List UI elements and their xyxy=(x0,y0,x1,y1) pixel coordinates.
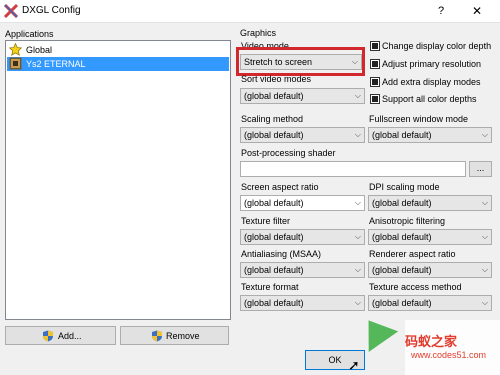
red-highlight-box xyxy=(236,47,365,76)
anisotropic-filtering-select[interactable]: (global default) ⌵ xyxy=(368,229,492,245)
app-item-ys2-eternal[interactable]: Ys2 ETERNAL xyxy=(7,57,229,71)
texture-filter-label: Texture filter xyxy=(241,216,291,226)
graphics-title: Graphics xyxy=(240,28,277,38)
sort-video-modes-select[interactable]: (global default) ⌵ xyxy=(240,88,365,104)
sort-video-modes-value: (global default) xyxy=(244,91,304,101)
close-button[interactable]: ✕ xyxy=(462,2,492,20)
add-extra-display-modes-label: Add extra display modes xyxy=(382,77,481,87)
browse-shader-button[interactable]: ... xyxy=(469,161,492,177)
post-processing-shader-input[interactable] xyxy=(240,161,466,177)
scaling-method-select[interactable]: (global default) ⌵ xyxy=(240,127,365,143)
change-color-depth-checkbox[interactable] xyxy=(370,41,380,51)
shield-icon xyxy=(152,330,162,342)
shield-icon xyxy=(43,330,53,342)
game-icon xyxy=(9,57,22,70)
renderer-aspect-ratio-select[interactable]: (global default) ⌵ xyxy=(368,262,492,278)
screen-aspect-ratio-label: Screen aspect ratio xyxy=(241,182,319,192)
add-extra-display-modes-checkbox[interactable] xyxy=(370,77,380,87)
texture-format-value: (global default) xyxy=(244,298,304,308)
chevron-down-icon: ⌵ xyxy=(354,91,361,100)
post-processing-shader-label: Post-processing shader xyxy=(241,148,336,158)
texture-filter-value: (global default) xyxy=(244,232,304,242)
fullscreen-window-mode-select[interactable]: (global default) ⌵ xyxy=(368,127,492,143)
chevron-down-icon: ⌵ xyxy=(354,198,361,207)
app-item-global[interactable]: Global xyxy=(7,43,229,57)
watermark-arrow-icon xyxy=(353,310,399,352)
adjust-primary-resolution-checkbox[interactable] xyxy=(370,59,380,69)
chevron-down-icon: ⌵ xyxy=(354,265,361,274)
dxgl-app-icon xyxy=(4,4,18,18)
texture-filter-select[interactable]: (global default) ⌵ xyxy=(240,229,365,245)
applications-title: Applications xyxy=(5,29,54,39)
chevron-down-icon: ⌵ xyxy=(481,198,488,207)
star-icon xyxy=(9,43,22,56)
texture-format-label: Texture format xyxy=(241,282,299,292)
add-button-label: Add... xyxy=(58,331,82,341)
support-all-color-depths-label: Support all color depths xyxy=(382,94,477,104)
antialiasing-select[interactable]: (global default) ⌵ xyxy=(240,262,365,278)
texture-access-method-select[interactable]: (global default) ⌵ xyxy=(368,295,492,311)
texture-access-method-label: Texture access method xyxy=(369,282,462,292)
screen-aspect-ratio-value: (global default) xyxy=(244,198,304,208)
support-all-color-depths-checkbox[interactable] xyxy=(370,94,380,104)
mouse-cursor-icon: ➚ xyxy=(348,357,360,373)
chevron-down-icon: ⌵ xyxy=(481,298,488,307)
sort-video-modes-label: Sort video modes xyxy=(241,74,312,84)
scaling-method-label: Scaling method xyxy=(241,114,304,124)
antialiasing-label: Antialiasing (MSAA) xyxy=(241,249,322,259)
remove-button[interactable]: Remove xyxy=(120,326,229,345)
fullscreen-window-mode-label: Fullscreen window mode xyxy=(369,114,469,124)
chevron-down-icon: ⌵ xyxy=(354,232,361,241)
ok-button-label: OK xyxy=(328,355,342,365)
chevron-down-icon: ⌵ xyxy=(481,265,488,274)
add-button[interactable]: Add... xyxy=(5,326,116,345)
renderer-aspect-ratio-label: Renderer aspect ratio xyxy=(369,249,456,259)
screen-aspect-ratio-select[interactable]: (global default) ⌵ xyxy=(240,195,365,211)
chevron-down-icon: ⌵ xyxy=(354,298,361,307)
texture-format-select[interactable]: (global default) ⌵ xyxy=(240,295,365,311)
app-item-label: Global xyxy=(26,45,53,55)
chevron-down-icon: ⌵ xyxy=(354,130,361,139)
applications-list[interactable]: Global Ys2 ETERNAL xyxy=(5,40,231,320)
dpi-scaling-mode-select[interactable]: (global default) ⌵ xyxy=(368,195,492,211)
title-bar: DXGL Config ? ✕ xyxy=(0,0,500,23)
chevron-down-icon: ⌵ xyxy=(481,130,488,139)
remove-button-label: Remove xyxy=(166,331,200,341)
anisotropic-filtering-value: (global default) xyxy=(372,232,432,242)
scaling-method-value: (global default) xyxy=(244,130,304,140)
renderer-aspect-ratio-value: (global default) xyxy=(372,265,432,275)
change-color-depth-label: Change display color depth xyxy=(382,41,492,51)
dpi-scaling-mode-label: DPI scaling mode xyxy=(369,182,440,192)
adjust-primary-resolution-label: Adjust primary resolution xyxy=(382,59,482,69)
watermark-logo-text: 码蚁之家 xyxy=(405,335,458,350)
app-item-label: Ys2 ETERNAL xyxy=(26,59,86,69)
dpi-scaling-mode-value: (global default) xyxy=(372,198,432,208)
watermark-url: www.codes51.com xyxy=(411,350,487,360)
antialiasing-value: (global default) xyxy=(244,265,304,275)
fullscreen-window-mode-value: (global default) xyxy=(372,130,432,140)
anisotropic-filtering-label: Anisotropic filtering xyxy=(369,216,446,226)
texture-access-method-value: (global default) xyxy=(372,298,432,308)
chevron-down-icon: ⌵ xyxy=(481,232,488,241)
window-title: DXGL Config xyxy=(22,5,81,16)
help-button[interactable]: ? xyxy=(430,2,452,20)
